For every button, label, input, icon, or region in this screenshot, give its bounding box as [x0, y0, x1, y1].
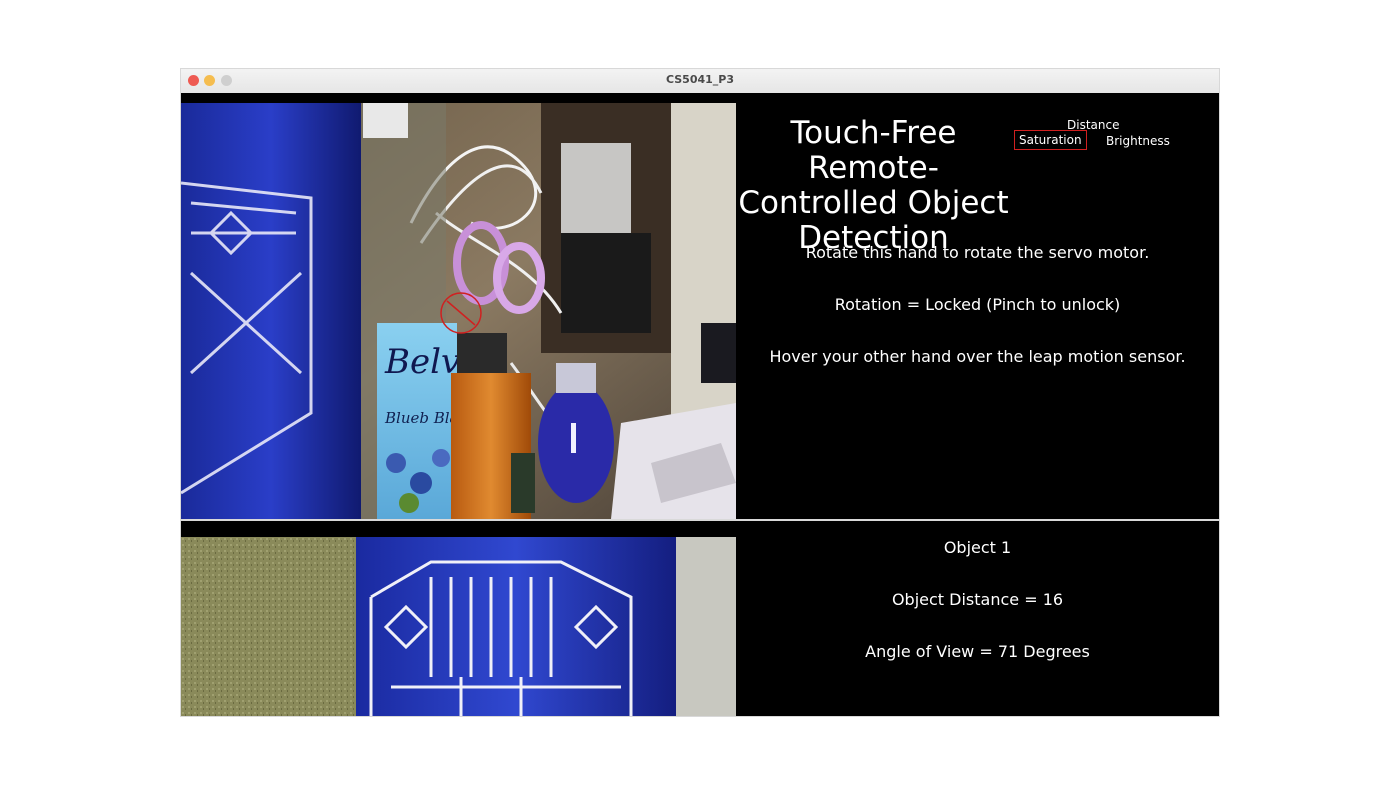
app-content: Belv Blueb Black Co Touch-Free Remote-Co… [181, 93, 1219, 716]
camera-feed-zoomed-image [181, 537, 736, 716]
app-window: CS5041_P3 Belv Blueb Black Co Touch-Free… [181, 69, 1219, 716]
object-distance: Object Distance = 16 [891, 590, 1064, 609]
object-label: Object 1 [943, 538, 1012, 557]
camera-feed-main: Belv Blueb Black Co [181, 103, 736, 519]
window-title: CS5041_P3 [665, 73, 735, 86]
angle-of-view: Angle of View = 71 Degrees [865, 642, 1090, 661]
bottle-label-text: Belv [384, 342, 460, 382]
instruction-rotate: Rotate this hand to rotate the servo mot… [805, 243, 1150, 262]
menu-item-brightness[interactable]: Brightness [1106, 134, 1170, 148]
page-title: Touch-Free Remote-Controlled Object Dete… [738, 115, 1009, 256]
title-bar: CS5041_P3 [181, 69, 1219, 94]
camera-feed-main-image: Belv Blueb Black Co [181, 103, 736, 519]
rotation-status: Rotation = Locked (Pinch to unlock) [834, 295, 1121, 314]
instruction-hover: Hover your other hand over the leap moti… [769, 347, 1186, 366]
panel-divider [181, 519, 1219, 521]
menu-item-saturation[interactable]: Saturation [1014, 130, 1087, 150]
camera-feed-zoomed [181, 537, 736, 716]
